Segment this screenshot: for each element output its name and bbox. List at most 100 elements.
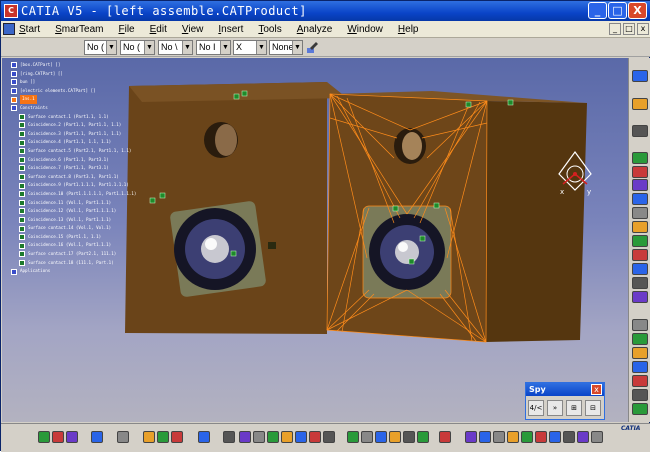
bottom-tool-button[interactable] bbox=[591, 431, 603, 443]
tree-node[interactable]: Surface contact.17 (Part2.1, 111.1) bbox=[5, 250, 140, 259]
linetype-combo[interactable]: No \ ▼ bbox=[158, 40, 193, 55]
bottom-tool-button[interactable] bbox=[465, 431, 477, 443]
tree-node[interactable]: [ring.CATPart] [] bbox=[5, 70, 140, 79]
bottom-tool-button[interactable] bbox=[361, 431, 373, 443]
bottom-tool-button[interactable] bbox=[535, 431, 547, 443]
tool-button[interactable] bbox=[632, 193, 648, 205]
tool-button[interactable] bbox=[632, 333, 648, 345]
menu-edit[interactable]: Edit bbox=[150, 24, 167, 35]
doc-minimize-button[interactable]: _ bbox=[609, 23, 621, 35]
bottom-tool-button[interactable] bbox=[507, 431, 519, 443]
tree-node[interactable]: Coincidence.9 (Part1.1.1.1, Part1.1.1.1) bbox=[5, 181, 140, 190]
3d-viewport[interactable]: [box.CATPart] [] [ring.CATPart] [] bun [] [… bbox=[2, 58, 628, 422]
bottom-tool-button[interactable] bbox=[563, 431, 575, 443]
bottom-tool-button[interactable] bbox=[91, 431, 103, 443]
menu-file[interactable]: File bbox=[118, 24, 134, 35]
bottom-tool-button[interactable] bbox=[117, 431, 129, 443]
lineweight-combo[interactable]: No I ▼ bbox=[196, 40, 231, 55]
bottom-tool-button[interactable] bbox=[347, 431, 359, 443]
tree-node[interactable]: [box.CATPart] [] bbox=[5, 61, 140, 70]
tool-button[interactable] bbox=[632, 375, 648, 387]
menu-view[interactable]: View bbox=[182, 24, 204, 35]
transparency-combo[interactable]: No (▼ bbox=[120, 40, 155, 55]
bottom-tool-button[interactable] bbox=[389, 431, 401, 443]
bottom-tool-button[interactable] bbox=[239, 431, 251, 443]
tree-node[interactable]: Surface contact.8 (Part3.1, Part1.1) bbox=[5, 173, 140, 182]
layer-combo[interactable]: None ▼ bbox=[269, 40, 303, 55]
spy-tool-2[interactable]: » bbox=[547, 400, 563, 416]
menu-insert[interactable]: Insert bbox=[218, 24, 243, 35]
doc-restore-button[interactable]: □ bbox=[623, 23, 635, 35]
tool-button[interactable] bbox=[632, 277, 648, 289]
tool-button[interactable] bbox=[632, 221, 648, 233]
tool-button[interactable] bbox=[632, 319, 648, 331]
tree-node[interactable]: Coincidence.12 (Vol.1, Part1.1.1.1) bbox=[5, 207, 140, 216]
close-button[interactable]: X bbox=[628, 2, 647, 19]
tool-button[interactable] bbox=[632, 98, 648, 110]
tree-node[interactable]: Coincidence.6 (Part1.1, Part3.1) bbox=[5, 156, 140, 165]
bottom-tool-button[interactable] bbox=[267, 431, 279, 443]
tool-button[interactable] bbox=[632, 263, 648, 275]
title-bar[interactable]: C CATIA V5 - [left assemble.CATProduct] … bbox=[1, 1, 650, 21]
bottom-tool-button[interactable] bbox=[52, 431, 64, 443]
tree-node[interactable]: Coincidence.2 (Part1.1, Part1.1, 1.1) bbox=[5, 121, 140, 130]
bottom-tool-button[interactable] bbox=[323, 431, 335, 443]
tool-button[interactable] bbox=[632, 152, 648, 164]
tree-node[interactable]: Coincidence.10 (Part1.1.1.1.1, Part1.1.1… bbox=[5, 190, 140, 199]
tool-button[interactable] bbox=[632, 179, 648, 191]
tree-node[interactable]: Coincidence.7 (Part1.1, Part3.1) bbox=[5, 164, 140, 173]
bottom-tool-button[interactable] bbox=[403, 431, 415, 443]
bottom-tool-button[interactable] bbox=[143, 431, 155, 443]
spy-close-button[interactable]: x bbox=[591, 384, 602, 395]
tool-button[interactable] bbox=[632, 347, 648, 359]
spy-tool-3[interactable]: ⊞ bbox=[566, 400, 582, 416]
bottom-tool-button[interactable] bbox=[493, 431, 505, 443]
tree-node[interactable]: Surface contact.18 (111.1, Part.1) bbox=[5, 259, 140, 268]
bottom-tool-button[interactable] bbox=[66, 431, 78, 443]
bottom-tool-button[interactable] bbox=[223, 431, 235, 443]
tree-node[interactable]: Constraints bbox=[5, 104, 140, 113]
tool-button[interactable] bbox=[632, 249, 648, 261]
tree-node[interactable]: Surface contact.1 (Part1.1, 1.1) bbox=[5, 113, 140, 122]
bottom-tool-button[interactable] bbox=[295, 431, 307, 443]
minimize-button[interactable]: _ bbox=[588, 2, 607, 19]
tree-node[interactable]: Coincidence.11 (Vol.1, Part1.1.1) bbox=[5, 199, 140, 208]
tree-node[interactable]: Coincidence.16 (Vol.1, Part1.1.1) bbox=[5, 241, 140, 250]
doc-close-button[interactable]: x bbox=[637, 23, 649, 35]
bottom-tool-button[interactable] bbox=[38, 431, 50, 443]
menu-analyze[interactable]: Analyze bbox=[297, 24, 333, 35]
menu-help[interactable]: Help bbox=[398, 24, 419, 35]
tree-node[interactable]: Coincidence.13 (Vol.1, Part1.1.1) bbox=[5, 216, 140, 225]
menu-window[interactable]: Window bbox=[347, 24, 383, 35]
bottom-tool-button[interactable] bbox=[198, 431, 210, 443]
bottom-tool-button[interactable] bbox=[157, 431, 169, 443]
tree-node[interactable]: bun [] bbox=[5, 78, 140, 87]
point-symbol-combo[interactable]: X ▼ bbox=[233, 40, 267, 55]
bottom-tool-button[interactable] bbox=[479, 431, 491, 443]
bottom-tool-button[interactable] bbox=[521, 431, 533, 443]
tool-button[interactable] bbox=[632, 125, 648, 137]
bottom-tool-button[interactable] bbox=[375, 431, 387, 443]
maximize-button[interactable]: □ bbox=[608, 2, 627, 19]
bottom-tool-button[interactable] bbox=[171, 431, 183, 443]
tool-button[interactable] bbox=[632, 235, 648, 247]
tree-node[interactable]: Surface contact.14 (Vol.1, Vol.1) bbox=[5, 224, 140, 233]
tree-node[interactable]: Ins.1 bbox=[5, 95, 140, 104]
tool-button[interactable] bbox=[632, 207, 648, 219]
painter-icon[interactable] bbox=[306, 41, 319, 54]
tool-button[interactable] bbox=[632, 389, 648, 401]
tool-button[interactable] bbox=[632, 403, 648, 415]
bottom-tool-button[interactable] bbox=[439, 431, 451, 443]
bottom-tool-button[interactable] bbox=[309, 431, 321, 443]
bottom-tool-button[interactable] bbox=[281, 431, 293, 443]
bottom-tool-button[interactable] bbox=[253, 431, 265, 443]
document-icon[interactable] bbox=[3, 23, 15, 35]
color-combo[interactable]: No (▼ bbox=[84, 40, 117, 55]
menu-start[interactable]: Start bbox=[19, 24, 40, 35]
tree-node[interactable]: [electric elements.CATPart] [] bbox=[5, 87, 140, 96]
tree-node[interactable]: Surface contact.5 (Part2.1, Part1.1, 1.1… bbox=[5, 147, 140, 156]
tool-button[interactable] bbox=[632, 166, 648, 178]
bottom-tool-button[interactable] bbox=[417, 431, 429, 443]
tool-button[interactable] bbox=[632, 361, 648, 373]
bottom-tool-button[interactable] bbox=[549, 431, 561, 443]
